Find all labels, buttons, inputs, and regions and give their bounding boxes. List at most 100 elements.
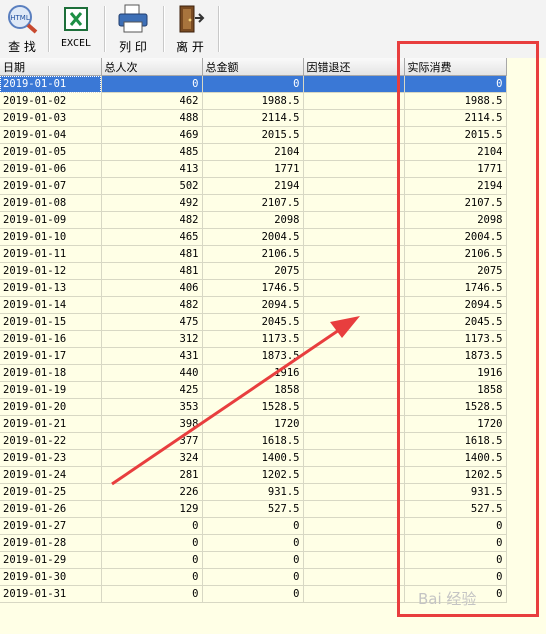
cell-date[interactable]: 2019-01-24 bbox=[0, 466, 102, 484]
cell-date[interactable]: 2019-01-09 bbox=[0, 211, 102, 229]
cell-date[interactable]: 2019-01-02 bbox=[0, 92, 102, 110]
cell-visits[interactable]: 482 bbox=[101, 211, 203, 229]
cell-amount[interactable]: 1528.5 bbox=[202, 398, 304, 416]
table-row[interactable]: 2019-01-05 485 2104 2104 bbox=[0, 143, 507, 161]
cell-amount[interactable]: 1400.5 bbox=[202, 449, 304, 467]
cell-amount[interactable]: 0 bbox=[202, 585, 304, 603]
column-header-visits[interactable]: 总人次 bbox=[101, 58, 203, 76]
cell-actual[interactable]: 1916 bbox=[404, 364, 507, 382]
cell-amount[interactable]: 931.5 bbox=[202, 483, 304, 501]
cell-date[interactable]: 2019-01-18 bbox=[0, 364, 102, 382]
cell-amount[interactable]: 2106.5 bbox=[202, 245, 304, 263]
cell-visits[interactable]: 481 bbox=[101, 262, 203, 280]
table-row[interactable]: 2019-01-01 0 0 0 bbox=[0, 75, 507, 93]
cell-refund[interactable] bbox=[303, 126, 405, 144]
data-grid[interactable]: 日期 总人次 总金额 因错退还 实际消费 2019-01-01 0 0 0 2019-0… bbox=[0, 58, 546, 634]
cell-actual[interactable]: 527.5 bbox=[404, 500, 507, 518]
cell-refund[interactable] bbox=[303, 194, 405, 212]
cell-date[interactable]: 2019-01-13 bbox=[0, 279, 102, 297]
cell-amount[interactable]: 0 bbox=[202, 568, 304, 586]
cell-refund[interactable] bbox=[303, 347, 405, 365]
table-row[interactable]: 2019-01-17 431 1873.5 1873.5 bbox=[0, 347, 507, 365]
cell-date[interactable]: 2019-01-14 bbox=[0, 296, 102, 314]
cell-amount[interactable]: 1202.5 bbox=[202, 466, 304, 484]
cell-visits[interactable]: 502 bbox=[101, 177, 203, 195]
cell-date[interactable]: 2019-01-11 bbox=[0, 245, 102, 263]
cell-date[interactable]: 2019-01-16 bbox=[0, 330, 102, 348]
cell-actual[interactable]: 2098 bbox=[404, 211, 507, 229]
cell-date[interactable]: 2019-01-29 bbox=[0, 551, 102, 569]
cell-refund[interactable] bbox=[303, 534, 405, 552]
table-row[interactable]: 2019-01-09 482 2098 2098 bbox=[0, 211, 507, 229]
cell-amount[interactable]: 1873.5 bbox=[202, 347, 304, 365]
column-header-amount[interactable]: 总金额 bbox=[202, 58, 304, 76]
cell-date[interactable]: 2019-01-03 bbox=[0, 109, 102, 127]
cell-refund[interactable] bbox=[303, 228, 405, 246]
cell-amount[interactable]: 1916 bbox=[202, 364, 304, 382]
cell-amount[interactable]: 527.5 bbox=[202, 500, 304, 518]
cell-visits[interactable]: 425 bbox=[101, 381, 203, 399]
search-button[interactable]: HTML 查 找 bbox=[2, 4, 42, 56]
cell-amount[interactable]: 2114.5 bbox=[202, 109, 304, 127]
cell-visits[interactable]: 0 bbox=[101, 551, 203, 569]
cell-refund[interactable] bbox=[303, 262, 405, 280]
cell-refund[interactable] bbox=[303, 551, 405, 569]
cell-visits[interactable]: 226 bbox=[101, 483, 203, 501]
cell-amount[interactable]: 1720 bbox=[202, 415, 304, 433]
table-row[interactable]: 2019-01-23 324 1400.5 1400.5 bbox=[0, 449, 507, 467]
cell-visits[interactable]: 324 bbox=[101, 449, 203, 467]
table-row[interactable]: 2019-01-15 475 2045.5 2045.5 bbox=[0, 313, 507, 331]
cell-refund[interactable] bbox=[303, 330, 405, 348]
cell-date[interactable]: 2019-01-01 bbox=[0, 75, 102, 93]
cell-visits[interactable]: 488 bbox=[101, 109, 203, 127]
cell-amount[interactable]: 1771 bbox=[202, 160, 304, 178]
table-row[interactable]: 2019-01-02 462 1988.5 1988.5 bbox=[0, 92, 507, 110]
table-row[interactable]: 2019-01-30 0 0 0 bbox=[0, 568, 507, 586]
cell-actual[interactable]: 1528.5 bbox=[404, 398, 507, 416]
cell-date[interactable]: 2019-01-23 bbox=[0, 449, 102, 467]
cell-date[interactable]: 2019-01-27 bbox=[0, 517, 102, 535]
cell-refund[interactable] bbox=[303, 364, 405, 382]
cell-visits[interactable]: 492 bbox=[101, 194, 203, 212]
cell-refund[interactable] bbox=[303, 398, 405, 416]
cell-refund[interactable] bbox=[303, 313, 405, 331]
cell-actual[interactable]: 2075 bbox=[404, 262, 507, 280]
cell-visits[interactable]: 465 bbox=[101, 228, 203, 246]
table-row[interactable]: 2019-01-27 0 0 0 bbox=[0, 517, 507, 535]
table-row[interactable]: 2019-01-08 492 2107.5 2107.5 bbox=[0, 194, 507, 212]
cell-visits[interactable]: 481 bbox=[101, 245, 203, 263]
cell-actual[interactable]: 2104 bbox=[404, 143, 507, 161]
cell-actual[interactable]: 1988.5 bbox=[404, 92, 507, 110]
cell-visits[interactable]: 129 bbox=[101, 500, 203, 518]
cell-amount[interactable]: 2098 bbox=[202, 211, 304, 229]
cell-actual[interactable]: 0 bbox=[404, 585, 507, 603]
cell-refund[interactable] bbox=[303, 517, 405, 535]
cell-amount[interactable]: 1618.5 bbox=[202, 432, 304, 450]
cell-visits[interactable]: 0 bbox=[101, 517, 203, 535]
cell-actual[interactable]: 2004.5 bbox=[404, 228, 507, 246]
cell-refund[interactable] bbox=[303, 466, 405, 484]
cell-actual[interactable]: 1771 bbox=[404, 160, 507, 178]
table-row[interactable]: 2019-01-11 481 2106.5 2106.5 bbox=[0, 245, 507, 263]
table-row[interactable]: 2019-01-31 0 0 0 bbox=[0, 585, 507, 603]
cell-visits[interactable]: 431 bbox=[101, 347, 203, 365]
cell-date[interactable]: 2019-01-06 bbox=[0, 160, 102, 178]
cell-amount[interactable]: 2004.5 bbox=[202, 228, 304, 246]
cell-amount[interactable]: 2104 bbox=[202, 143, 304, 161]
cell-refund[interactable] bbox=[303, 500, 405, 518]
cell-date[interactable]: 2019-01-31 bbox=[0, 585, 102, 603]
cell-actual[interactable]: 2107.5 bbox=[404, 194, 507, 212]
cell-date[interactable]: 2019-01-04 bbox=[0, 126, 102, 144]
cell-refund[interactable] bbox=[303, 381, 405, 399]
cell-refund[interactable] bbox=[303, 568, 405, 586]
table-row[interactable]: 2019-01-10 465 2004.5 2004.5 bbox=[0, 228, 507, 246]
cell-date[interactable]: 2019-01-12 bbox=[0, 262, 102, 280]
cell-visits[interactable]: 440 bbox=[101, 364, 203, 382]
cell-visits[interactable]: 0 bbox=[101, 534, 203, 552]
column-header-actual[interactable]: 实际消费 bbox=[404, 58, 507, 76]
cell-date[interactable]: 2019-01-25 bbox=[0, 483, 102, 501]
cell-refund[interactable] bbox=[303, 279, 405, 297]
cell-visits[interactable]: 469 bbox=[101, 126, 203, 144]
cell-visits[interactable]: 312 bbox=[101, 330, 203, 348]
cell-date[interactable]: 2019-01-07 bbox=[0, 177, 102, 195]
